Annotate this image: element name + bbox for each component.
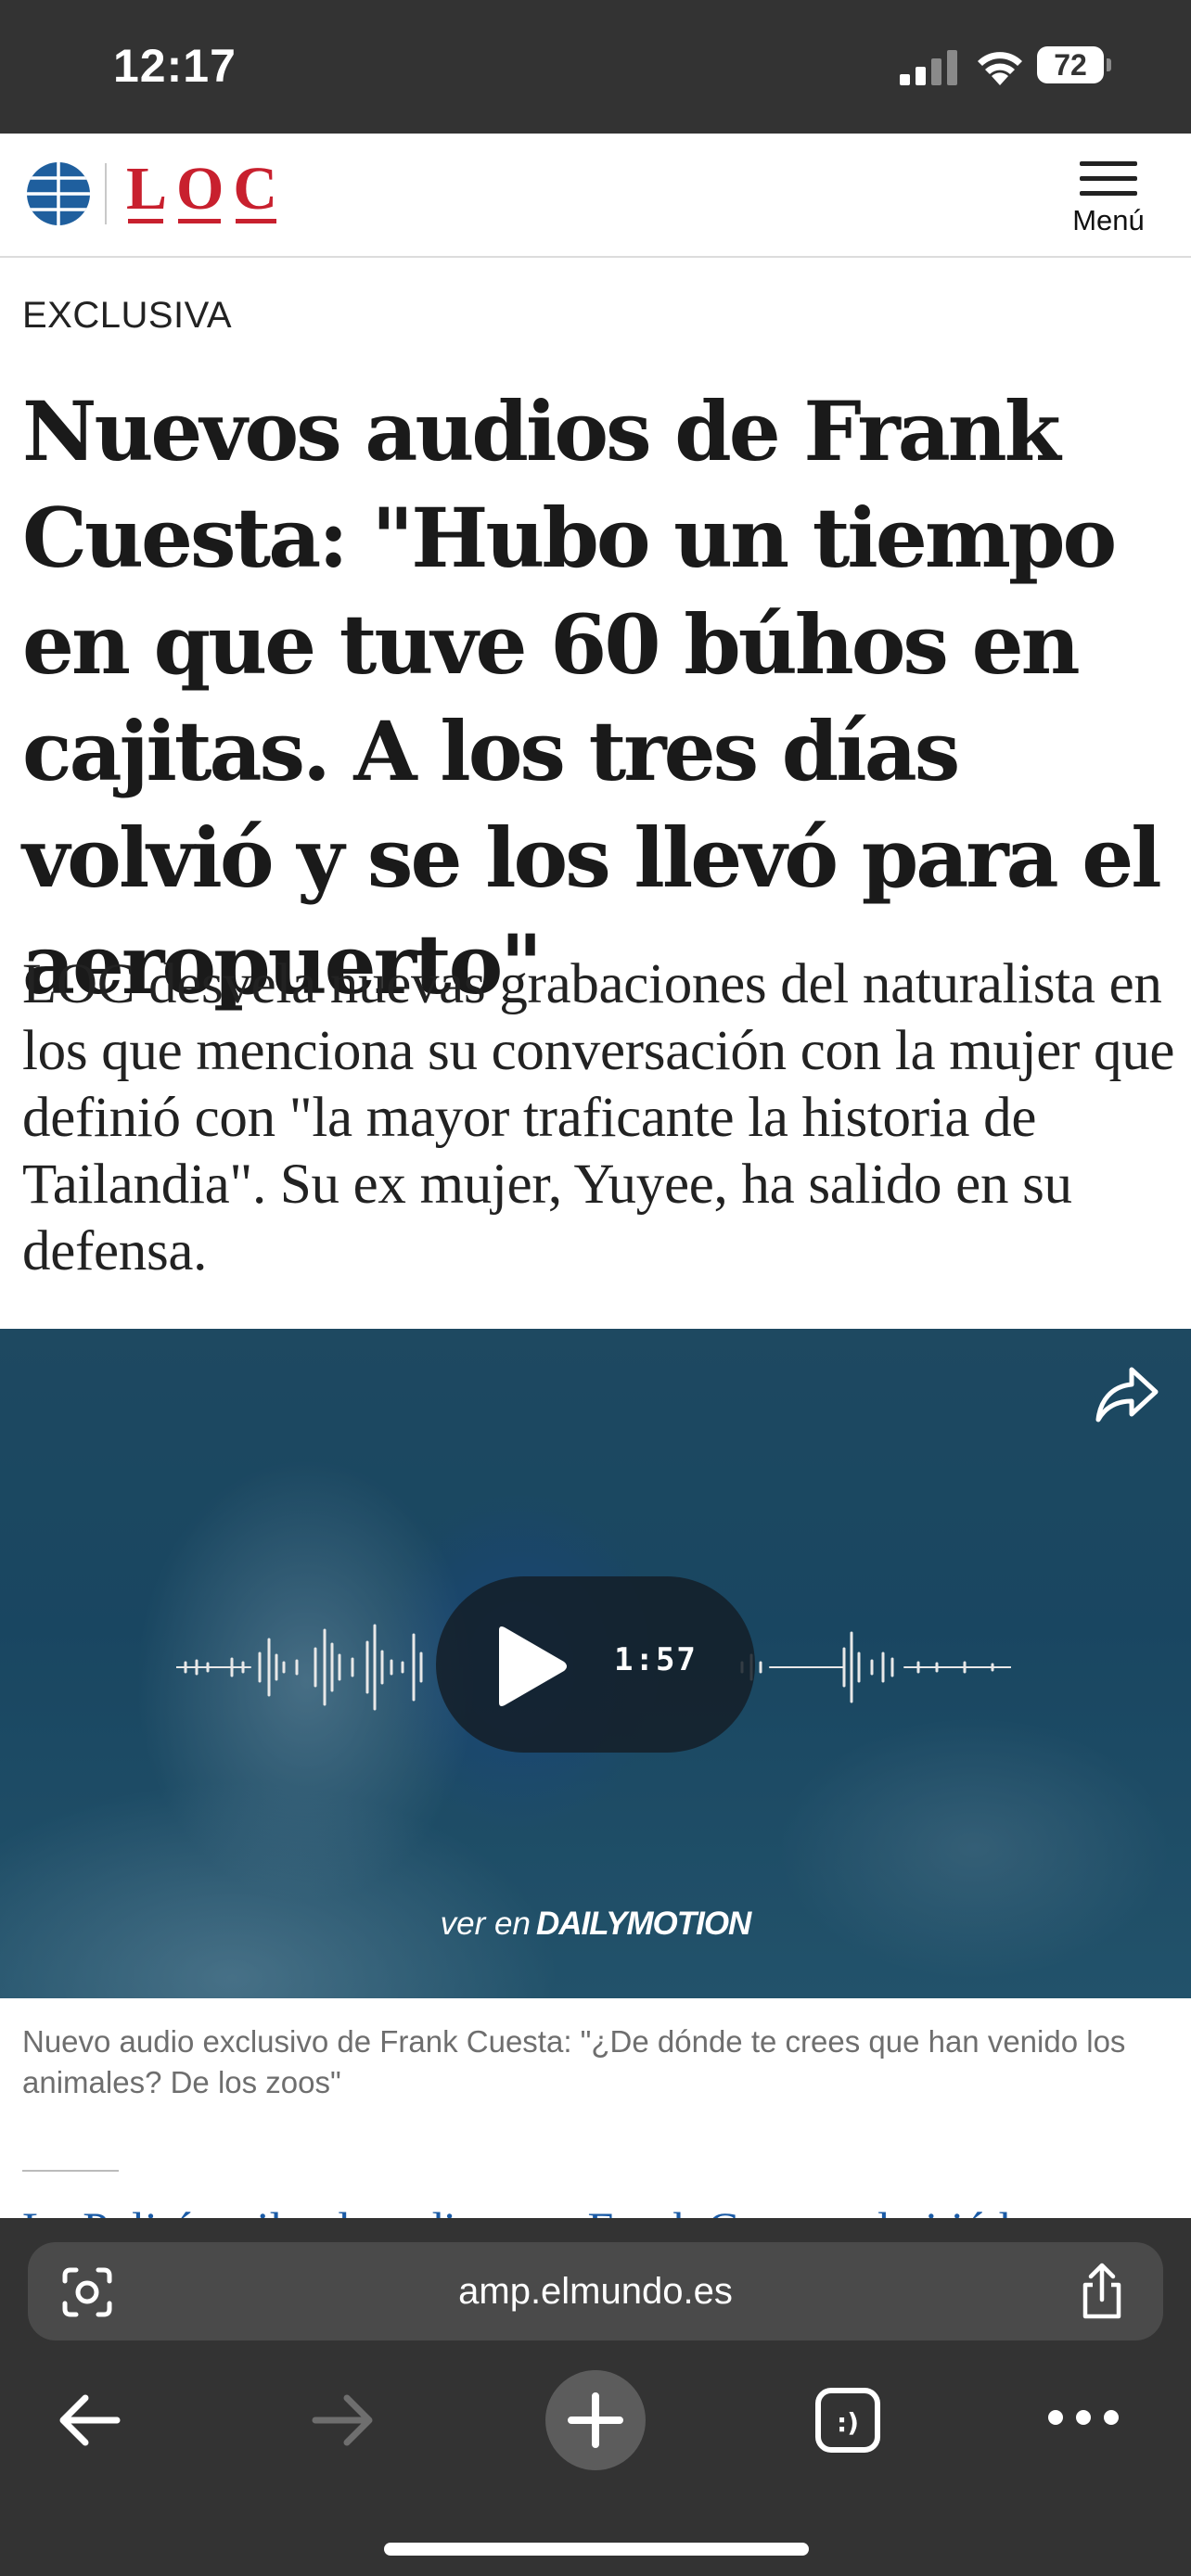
logo-underline-o bbox=[178, 219, 221, 223]
home-indicator bbox=[384, 2543, 809, 2556]
new-tab-button[interactable] bbox=[545, 2370, 646, 2470]
signal-icon bbox=[900, 50, 957, 85]
share-arrow-icon[interactable] bbox=[1095, 1364, 1159, 1425]
address-bar[interactable]: amp.elmundo.es bbox=[28, 2242, 1163, 2340]
article-headline: Nuevos audios de Frank Cuesta: "Hubo un … bbox=[22, 383, 1162, 1013]
battery-cap bbox=[1107, 58, 1111, 71]
play-button[interactable]: 1:57 bbox=[436, 1576, 755, 1753]
wifi-icon bbox=[978, 52, 1022, 85]
browser-toolbar: amp.elmundo.es :) bbox=[0, 2218, 1191, 2576]
watch-on-label: ver en bbox=[440, 1906, 531, 1942]
hamburger-icon bbox=[1080, 161, 1137, 197]
plus-icon bbox=[568, 2392, 623, 2448]
globe-icon[interactable] bbox=[26, 161, 91, 226]
svg-text::): :) bbox=[837, 2407, 859, 2438]
article-kicker: EXCLUSIVA bbox=[22, 295, 233, 336]
share-icon[interactable] bbox=[1074, 2263, 1130, 2320]
more-icon[interactable] bbox=[1044, 2404, 1122, 2431]
battery-level: 72 bbox=[1054, 48, 1087, 82]
video-player[interactable]: 1:57 ver en DAILYMOTION bbox=[0, 1329, 1191, 1998]
status-bar: 12:17 72 bbox=[0, 0, 1191, 134]
battery-icon: 72 bbox=[1037, 45, 1111, 85]
logo-underline-l bbox=[128, 219, 163, 223]
video-caption: Nuevo audio exclusivo de Frank Cuesta: "… bbox=[22, 2024, 1126, 2099]
play-icon bbox=[499, 1626, 567, 1706]
menu-label: Menú bbox=[1072, 204, 1145, 236]
logo-underline-c bbox=[236, 219, 276, 223]
related-divider bbox=[22, 2170, 119, 2172]
logo-divider bbox=[105, 163, 107, 224]
menu-button[interactable]: Menú bbox=[1057, 159, 1159, 243]
site-logo[interactable]: LOC bbox=[126, 154, 287, 224]
site-header: LOC Menú bbox=[0, 134, 1191, 258]
back-arrow-icon[interactable] bbox=[52, 2383, 126, 2457]
article-standfirst: LOC desvela nuevas grabaciones del natur… bbox=[22, 953, 1175, 1282]
video-duration: 1:57 bbox=[614, 1641, 698, 1678]
url-text: amp.elmundo.es bbox=[458, 2271, 733, 2312]
watch-on-dailymotion-link[interactable]: ver en DAILYMOTION bbox=[0, 1906, 1191, 1943]
tabs-icon[interactable]: :) bbox=[813, 2385, 883, 2455]
status-time: 12:17 bbox=[113, 40, 237, 92]
dailymotion-brand: DAILYMOTION bbox=[535, 1906, 751, 1942]
forward-arrow-icon[interactable] bbox=[306, 2383, 380, 2457]
